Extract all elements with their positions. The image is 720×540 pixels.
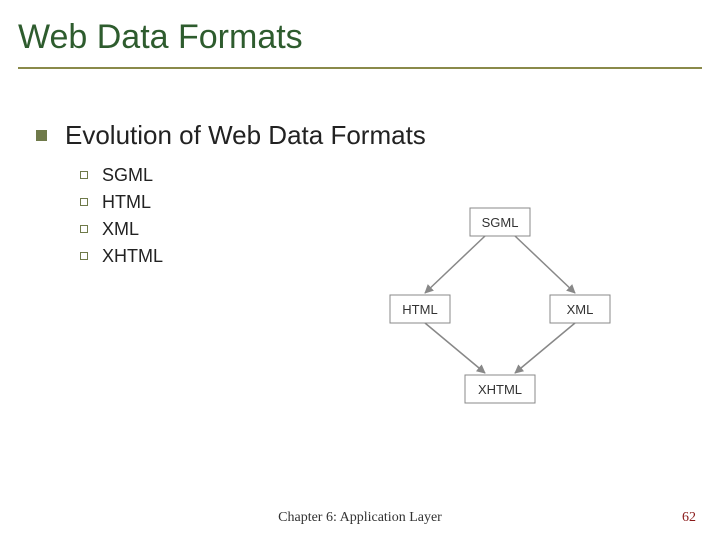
heading-text: Evolution of Web Data Formats [65, 120, 426, 151]
bullet-level1: Evolution of Web Data Formats [36, 120, 686, 151]
square-bullet-icon [36, 130, 47, 141]
hierarchy-diagram: SGML HTML XML XHTML [360, 200, 640, 420]
list-item-label: HTML [102, 192, 151, 213]
slide-title: Web Data Formats [18, 18, 702, 69]
list-item: SGML [80, 165, 686, 186]
diagram-node-left: HTML [402, 302, 437, 317]
footer-chapter: Chapter 6: Application Layer [0, 510, 720, 526]
list-item-label: XHTML [102, 246, 163, 267]
diagram-node-top: SGML [482, 215, 519, 230]
diagram-node-right: XML [567, 302, 594, 317]
open-square-bullet-icon [80, 198, 88, 206]
list-item-label: SGML [102, 165, 153, 186]
page-number: 62 [682, 510, 696, 526]
open-square-bullet-icon [80, 252, 88, 260]
list-item-label: XML [102, 219, 139, 240]
open-square-bullet-icon [80, 225, 88, 233]
open-square-bullet-icon [80, 171, 88, 179]
diagram-node-bottom: XHTML [478, 382, 522, 397]
